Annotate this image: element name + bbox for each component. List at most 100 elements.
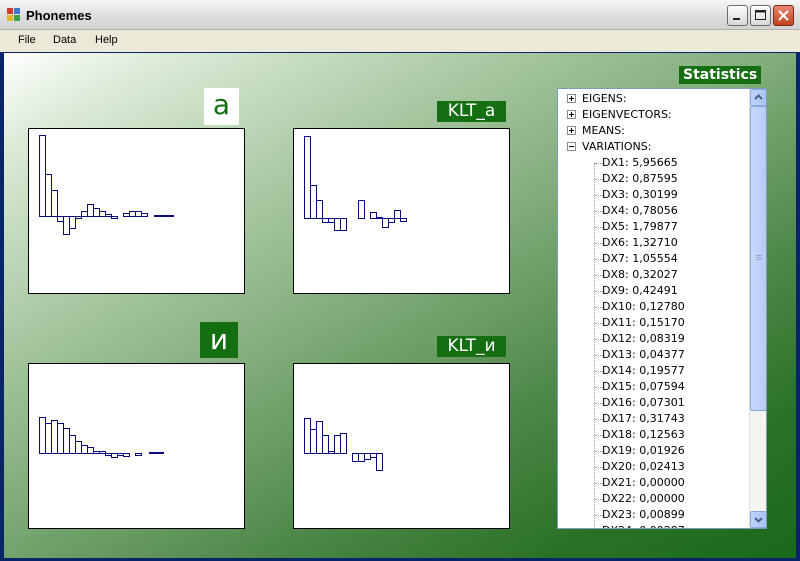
close-button[interactable] [773,5,794,26]
variation-value: DX21: 0,00000 [602,476,685,489]
tree-leaf[interactable]: DX20: 0,02413 [602,459,752,475]
variation-value: DX24: 0,00297 [602,524,685,528]
histogram-bar [364,453,371,460]
tree-node[interactable]: MEANS: [558,123,748,139]
close-icon [778,10,789,21]
variation-value: DX2: 0,87595 [602,172,678,185]
tree-leaf[interactable]: DX23: 0,00899 [602,507,752,523]
tree-scrollbar[interactable] [749,89,766,528]
expand-icon[interactable] [567,110,576,119]
scroll-down-button[interactable] [750,511,766,528]
tree-leaf[interactable]: DX19: 0,01926 [602,443,752,459]
histogram-bar [51,190,58,217]
histogram-bar [400,218,407,222]
histogram-bar [105,453,112,456]
histogram-bar [81,445,88,454]
variation-value: DX4: 0,78056 [602,204,678,217]
histogram-bar [388,218,395,223]
tree-leaf[interactable]: DX15: 0,07594 [602,379,752,395]
tree-leaf[interactable]: DX24: 0,00297 [602,523,752,528]
tree-node[interactable]: EIGENS: [558,91,748,107]
histogram-bar [57,423,64,454]
tree-leaf[interactable]: DX2: 0,87595 [602,171,752,187]
minimize-button[interactable] [727,5,748,26]
menu-help[interactable]: Help [95,34,118,46]
variation-value: DX12: 0,08319 [602,332,685,345]
tree-leaf[interactable]: DX6: 1,32710 [602,235,752,251]
histogram-bar [111,453,118,458]
variation-value: DX6: 1,32710 [602,236,678,249]
tree-leaf[interactable]: DX1: 5,95665 [602,155,752,171]
menu-file[interactable]: File [18,34,36,46]
histogram-plot [39,417,164,458]
variation-value: DX11: 0,15170 [602,316,685,329]
tree-leaf[interactable]: DX13: 0,04377 [602,347,752,363]
histogram-bar [57,216,64,222]
histogram-bar [310,429,317,454]
variation-value: DX16: 0,07301 [602,396,685,409]
tree-leaf[interactable]: DX11: 0,15170 [602,315,752,331]
tree-leaf[interactable]: DX4: 0,78056 [602,203,752,219]
tree-node[interactable]: VARIATIONS: [558,139,748,155]
tree-leaf[interactable]: DX22: 0,00000 [602,491,752,507]
collapse-icon[interactable] [567,142,576,151]
histogram-bar [135,211,142,217]
histogram-bar [51,420,58,454]
tree-leaf[interactable]: DX16: 0,07301 [602,395,752,411]
histogram-bar [93,208,100,217]
menu-bar: File Data Help [0,30,800,52]
histogram-bar [39,417,46,454]
variation-value: DX23: 0,00899 [602,508,685,521]
variation-value: DX17: 0,31743 [602,412,685,425]
panel-title-klt-a: KLT_a [437,101,506,122]
histogram-bar [69,216,76,229]
histogram-bar [135,453,142,456]
histogram-bar [340,218,347,231]
chart-panel-i [28,363,245,529]
expand-icon[interactable] [567,126,576,135]
histogram-bar [322,435,329,454]
variation-value: DX1: 5,95665 [602,156,678,169]
scroll-up-button[interactable] [750,89,766,106]
tree-leaf[interactable]: DX21: 0,00000 [602,475,752,491]
expand-icon[interactable] [567,94,576,103]
tree-node[interactable]: EIGENVECTORS: [558,107,748,123]
histogram-bar [310,185,317,219]
variation-value: DX9: 0,42491 [602,284,678,297]
maximize-button[interactable] [750,5,771,26]
variation-value: DX7: 1,05554 [602,252,678,265]
menu-data[interactable]: Data [53,34,76,46]
chevron-up-icon [754,94,763,100]
statistics-tree[interactable]: EIGENS: EIGENVECTORS: MEANS: VARIATIONS: DX1… [557,88,767,529]
histogram-bar [358,453,365,462]
histogram-bar [316,200,323,219]
tree-leaf[interactable]: DX5: 1,79877 [602,219,752,235]
histogram-bar [322,218,329,223]
tree-leaf[interactable]: DX9: 0,42491 [602,283,752,299]
scroll-thumb[interactable] [750,106,766,411]
tree-leaf[interactable]: DX10: 0,12780 [602,299,752,315]
histogram-plot [304,136,407,231]
histogram-bar [334,218,341,231]
tree-leaf[interactable]: DX18: 0,12563 [602,427,752,443]
chart-panel-klt-i [293,363,510,529]
variation-value: DX13: 0,04377 [602,348,685,361]
histogram-bar [352,453,359,462]
tree-leaf[interactable]: DX8: 0,32027 [602,267,752,283]
tree-leaf[interactable]: DX12: 0,08319 [602,331,752,347]
histogram-bar [334,435,341,454]
tree-node-label: MEANS: [582,124,625,137]
statistics-label: Statistics [679,66,762,84]
title-bar[interactable]: Phonemes [0,0,800,30]
histogram-bar [117,453,124,456]
histogram-bar [75,441,82,454]
histogram-bar [141,213,148,217]
tree-leaf[interactable]: DX17: 0,31743 [602,411,752,427]
tree-leaf[interactable]: DX7: 1,05554 [602,251,752,267]
histogram-bar [45,174,52,217]
tree-leaf[interactable]: DX3: 0,30199 [602,187,752,203]
histogram-bar [87,204,94,217]
histogram-bar [340,433,347,454]
histogram-bar [39,135,46,217]
tree-leaf[interactable]: DX14: 0,19577 [602,363,752,379]
